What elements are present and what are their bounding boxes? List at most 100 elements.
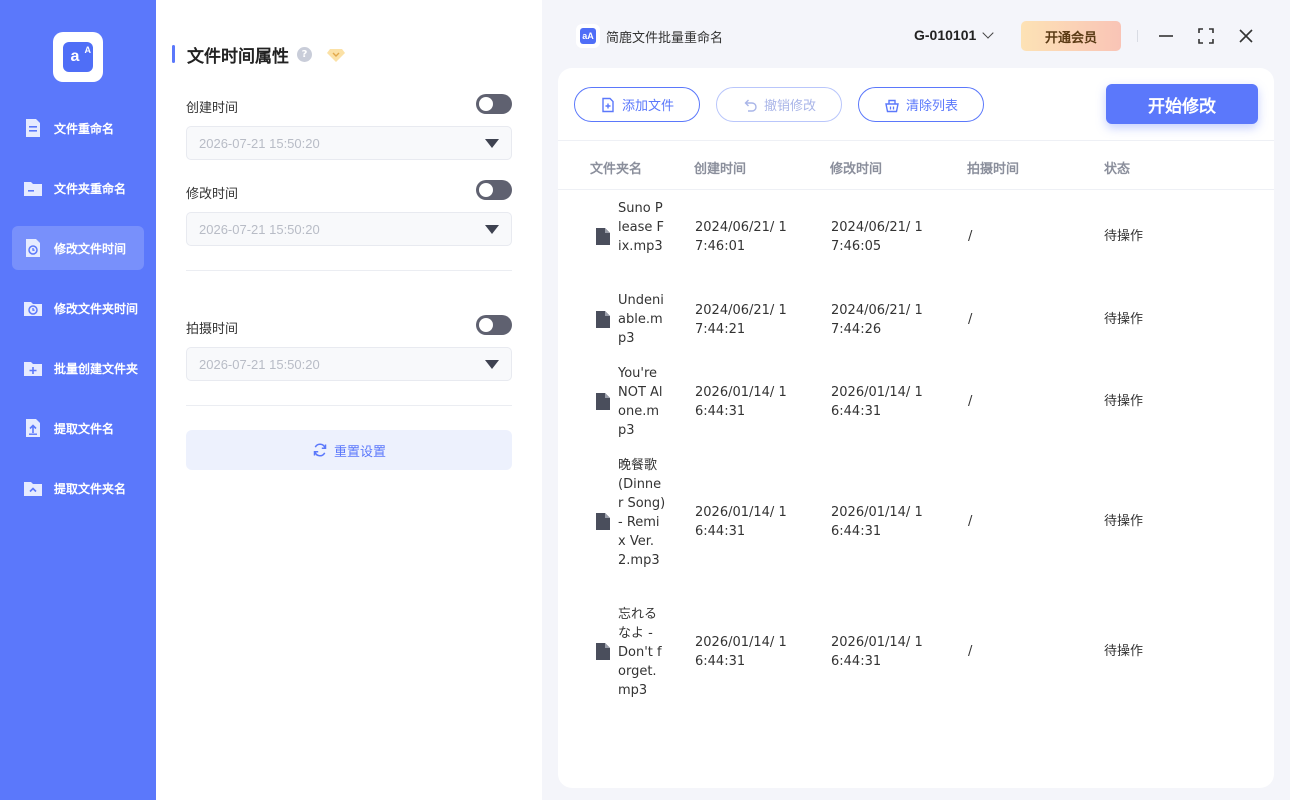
sidebar-item-label: 批量创建文件夹 — [54, 361, 139, 376]
row-taken-time: / — [968, 312, 973, 327]
created-time-label: 创建时间 — [186, 101, 239, 116]
file-icon — [596, 513, 610, 530]
file-icon — [596, 311, 610, 328]
row-created-time: 2026/01/14/ 16:44:31 — [695, 635, 787, 669]
row-modified-time: 2024/06/21/ 17:44:26 — [831, 303, 923, 337]
separator — [1137, 30, 1138, 42]
title-accent-bar — [172, 45, 175, 63]
folder-rename-icon — [22, 177, 44, 199]
undo-modify-label: 撤销修改 — [763, 99, 816, 114]
row-file-name: 忘れるなよ - Don't forget.mp3 — [618, 607, 662, 698]
row-modified-time: 2024/06/21/ 17:46:05 — [831, 220, 923, 254]
sidebar-item-batch-create-folder[interactable]: 批量创建文件夹 — [12, 346, 144, 390]
created-time-toggle[interactable] — [476, 94, 512, 114]
sidebar-item-label: 文件重命名 — [54, 121, 115, 136]
header-folder-name: 文件夹名 — [590, 162, 643, 177]
row-status: 待操作 — [1104, 644, 1144, 659]
sidebar-item-file-rename[interactable]: 文件重命名 — [12, 106, 144, 150]
settings-panel: 文件时间属性 ? 创建时间 2026-07-21 15:50:20 修改时间 2… — [156, 0, 542, 800]
row-taken-time: / — [968, 514, 973, 529]
row-status: 待操作 — [1104, 312, 1144, 327]
sidebar-item-extract-foldername[interactable]: 提取文件夹名 — [12, 466, 144, 510]
row-status: 待操作 — [1104, 394, 1144, 409]
row-status: 待操作 — [1104, 229, 1144, 244]
row-taken-time: / — [968, 394, 973, 409]
file-list-card: 添加文件 撤销修改 清除列表 开始修改 文件夹名 创建时间 修改时间 拍摄时间 … — [558, 68, 1274, 788]
close-icon[interactable] — [1235, 25, 1257, 47]
header-taken-time: 拍摄时间 — [967, 162, 1020, 177]
help-icon[interactable]: ? — [297, 46, 312, 62]
dropdown-arrow-icon — [485, 225, 499, 234]
reset-settings-label: 重置设置 — [333, 444, 386, 460]
undo-modify-button[interactable]: 撤销修改 — [716, 87, 842, 122]
modified-time-value: 2026-07-21 15:50:20 — [199, 221, 320, 237]
open-vip-button[interactable]: 开通会员 — [1021, 21, 1121, 51]
file-icon — [596, 643, 610, 660]
table-row[interactable]: Undeniable.mp3 2024/06/21/ 17:44:21 2024… — [558, 291, 1274, 348]
taken-time-label: 拍摄时间 — [186, 322, 239, 337]
sidebar-item-folder-rename[interactable]: 文件夹重命名 — [12, 166, 144, 210]
file-rename-icon — [22, 117, 44, 139]
folder-up-icon — [22, 477, 44, 499]
header-status: 状态 — [1104, 162, 1131, 177]
sidebar-item-label: 提取文件名 — [54, 421, 115, 436]
dropdown-arrow-icon — [485, 139, 499, 148]
chevron-down-icon — [982, 26, 994, 39]
row-modified-time: 2026/01/14/ 16:44:31 — [831, 505, 923, 539]
clear-basket-icon — [885, 99, 899, 112]
clear-list-button[interactable]: 清除列表 — [858, 87, 984, 122]
taken-time-toggle[interactable] — [476, 315, 512, 335]
reset-settings-button[interactable]: 重置设置 — [186, 430, 512, 470]
file-icon — [596, 228, 610, 245]
panel-title-text: 文件时间属性 — [187, 46, 289, 67]
file-upload-icon — [22, 417, 44, 439]
row-file-name: You're NOT Alone.mp3 — [618, 366, 663, 438]
taken-time-select[interactable]: 2026-07-21 15:50:20 — [186, 347, 512, 381]
sidebar-item-modify-folder-time[interactable]: 修改文件夹时间 — [12, 286, 144, 330]
add-file-button[interactable]: 添加文件 — [574, 87, 700, 122]
sidebar-item-modify-file-time[interactable]: 修改文件时间 — [12, 226, 144, 270]
sidebar-item-label: 提取文件夹名 — [54, 481, 127, 496]
row-created-time: 2024/06/21/ 17:46:01 — [695, 220, 787, 254]
header-created-time: 创建时间 — [694, 162, 747, 177]
divider — [558, 140, 1274, 141]
sidebar-item-label: 文件夹重命名 — [54, 181, 127, 196]
account-dropdown[interactable]: G-010101 — [914, 26, 994, 43]
modified-time-label: 修改时间 — [186, 187, 239, 202]
table-row[interactable]: Suno Please Fix.mp3 2024/06/21/ 17:46:01… — [558, 199, 1274, 275]
table-row[interactable]: 忘れるなよ - Don't forget.mp3 2026/01/14/ 16:… — [558, 605, 1274, 700]
add-file-label: 添加文件 — [621, 99, 674, 114]
row-modified-time: 2026/01/14/ 16:44:31 — [831, 635, 923, 669]
add-file-icon — [602, 97, 614, 112]
clear-list-label: 清除列表 — [905, 99, 958, 114]
start-modify-button[interactable]: 开始修改 — [1106, 84, 1258, 124]
modified-time-toggle[interactable] — [476, 180, 512, 200]
row-created-time: 2024/06/21/ 17:44:21 — [695, 303, 787, 337]
refresh-icon — [313, 443, 327, 457]
row-created-time: 2026/01/14/ 16:44:31 — [695, 385, 787, 419]
table-row[interactable]: 晚餐歌(Dinner Song) - Remix Ver. 2.mp3 2026… — [558, 456, 1274, 589]
header-modified-time: 修改时间 — [830, 162, 883, 177]
created-time-value: 2026-07-21 15:50:20 — [199, 135, 320, 151]
modified-time-select[interactable]: 2026-07-21 15:50:20 — [186, 212, 512, 246]
undo-icon — [744, 99, 757, 112]
row-status: 待操作 — [1104, 514, 1144, 529]
file-clock-icon — [22, 237, 44, 259]
sidebar-item-label: 修改文件时间 — [54, 241, 127, 256]
sidebar-item-extract-filename[interactable]: 提取文件名 — [12, 406, 144, 450]
sidebar: aA 文件重命名 文件夹重命名 修改文件时间 修改文件夹时间 批量创建文件夹 提… — [0, 0, 156, 800]
logo-icon: aA — [63, 42, 93, 72]
table-row[interactable]: You're NOT Alone.mp3 2026/01/14/ 16:44:3… — [558, 364, 1274, 440]
divider — [186, 270, 512, 271]
vip-diamond-icon — [327, 49, 345, 62]
maximize-icon[interactable] — [1195, 25, 1217, 47]
divider — [186, 405, 512, 406]
dropdown-arrow-icon — [485, 360, 499, 369]
row-modified-time: 2026/01/14/ 16:44:31 — [831, 385, 923, 419]
sidebar-item-label: 修改文件夹时间 — [54, 301, 139, 316]
title-bar: aA 简鹿文件批量重命名 G-010101 开通会员 — [542, 0, 1290, 68]
account-id: G-010101 — [914, 27, 977, 43]
row-taken-time: / — [968, 644, 973, 659]
minimize-icon[interactable] — [1155, 25, 1177, 47]
created-time-select[interactable]: 2026-07-21 15:50:20 — [186, 126, 512, 160]
